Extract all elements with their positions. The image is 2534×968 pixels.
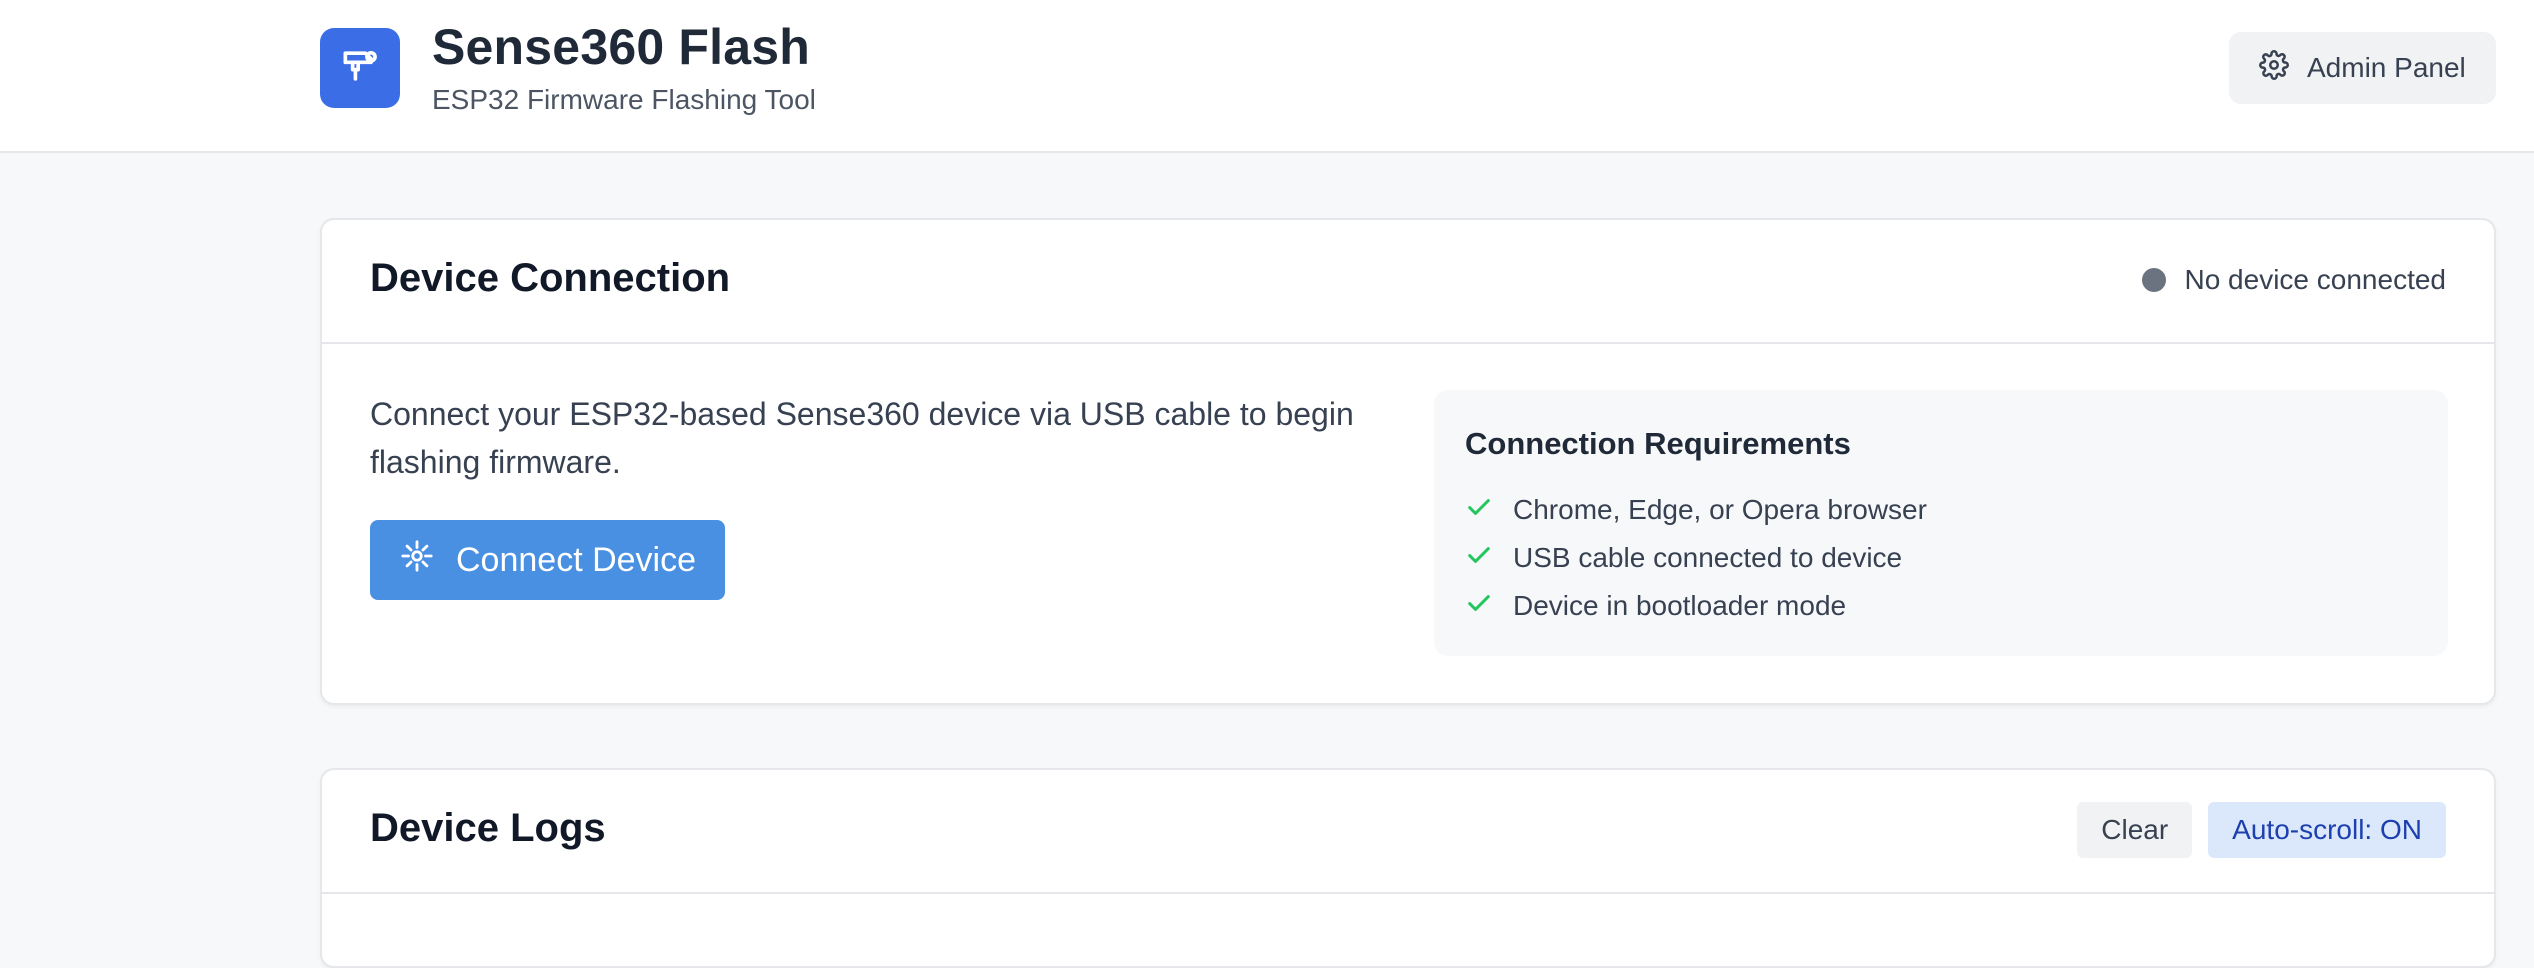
admin-panel-label: Admin Panel [2307, 52, 2466, 83]
device-logs-header: Device Logs Clear Auto-scroll: ON [322, 770, 2494, 894]
list-item: Device in bootloader mode [1465, 582, 1927, 630]
connection-requirements-title: Connection Requirements [1465, 426, 1851, 461]
device-logs-title: Device Logs [370, 806, 606, 850]
device-connection-card: Device Connection No device connected Co… [320, 218, 2496, 705]
app-subtitle: ESP32 Firmware Flashing Tool [432, 84, 816, 115]
device-connection-title: Device Connection [370, 256, 731, 300]
requirement-label: Chrome, Edge, or Opera browser [1513, 494, 1927, 525]
app-title: Sense360 Flash [432, 19, 811, 75]
usb-spark-icon [400, 539, 434, 582]
logs-actions: Clear Auto-scroll: ON [2077, 802, 2446, 858]
status-dot-icon [2142, 268, 2167, 292]
check-icon [1465, 589, 1493, 624]
connection-status: No device connected [2142, 264, 2446, 296]
connection-intro-text: Connect your ESP32-based Sense360 device… [370, 396, 1354, 480]
check-icon [1465, 541, 1493, 576]
gear-icon [2259, 49, 2289, 87]
requirement-label: Device in bootloader mode [1513, 590, 1847, 621]
clear-logs-button[interactable]: Clear [2077, 802, 2193, 858]
device-connection-header: Device Connection No device connected [322, 220, 2494, 344]
requirement-label: USB cable connected to device [1513, 542, 1903, 573]
connection-requirements-panel: Connection Requirements Chrome, Edge, or… [1434, 390, 2448, 656]
app-header: Sense360 Flash ESP32 Firmware Flashing T… [0, 0, 2534, 153]
connect-device-label: Connect Device [456, 540, 697, 579]
device-logs-card: Device Logs Clear Auto-scroll: ON [320, 768, 2496, 968]
list-item: USB cable connected to device [1465, 534, 1927, 582]
requirements-list: Chrome, Edge, or Opera browser USB cable… [1465, 486, 1927, 630]
app-logo [320, 28, 400, 108]
admin-panel-button[interactable]: Admin Panel [2229, 32, 2496, 104]
connection-status-text: No device connected [2184, 264, 2446, 295]
list-item: Chrome, Edge, or Opera browser [1465, 486, 1927, 534]
flash-drill-icon [338, 44, 382, 93]
check-icon [1465, 493, 1493, 528]
autoscroll-toggle-button[interactable]: Auto-scroll: ON [2208, 802, 2446, 858]
connect-device-button[interactable]: Connect Device [370, 520, 725, 600]
